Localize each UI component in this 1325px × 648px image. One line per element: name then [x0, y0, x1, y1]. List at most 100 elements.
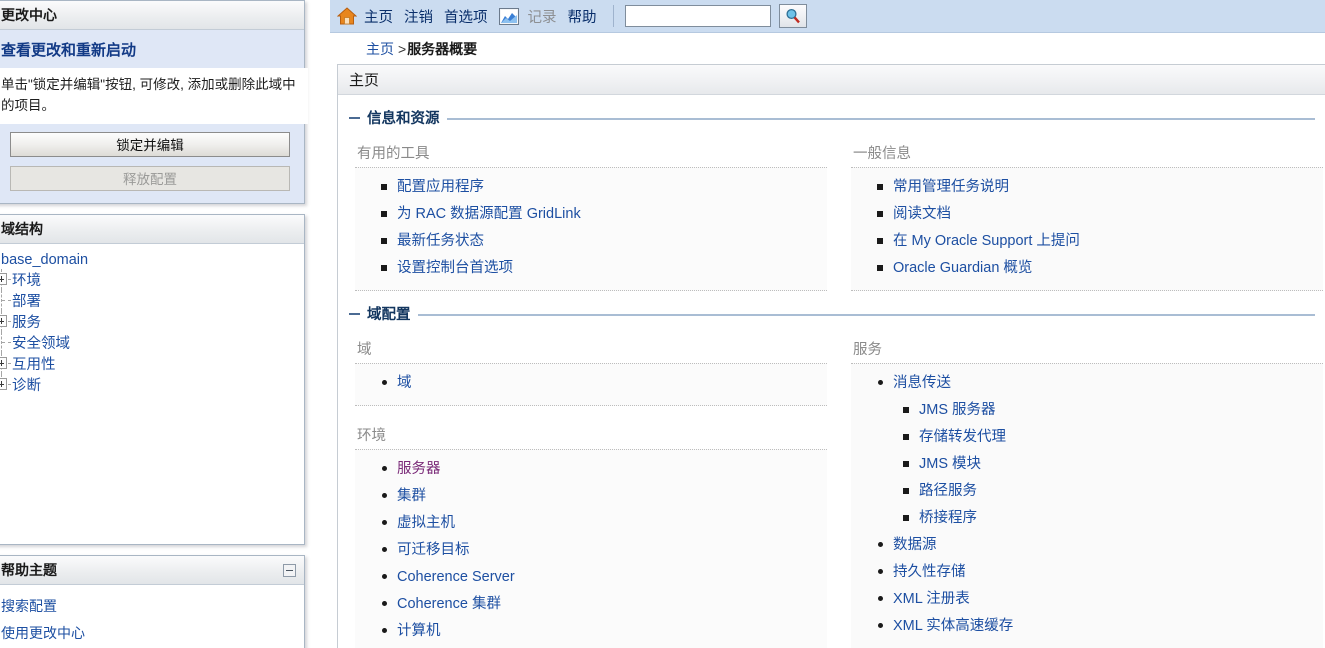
tree-node-security-realms[interactable]: 安全领域: [0, 332, 304, 353]
search-input[interactable]: [624, 5, 771, 27]
tree-node-services[interactable]: 服务: [0, 311, 304, 332]
nav-link-home[interactable]: 主页: [364, 6, 393, 27]
link-migratable-targets[interactable]: 可迁移目标: [397, 542, 470, 558]
group-title: 域: [357, 342, 372, 358]
link-list: 域: [355, 370, 827, 397]
link-domain[interactable]: 域: [397, 375, 412, 391]
link-coherence-server[interactable]: Coherence Server: [397, 569, 515, 585]
link-oracle-guardian-overview[interactable]: Oracle Guardian 概览: [893, 260, 1032, 276]
section-title: 信息和资源: [367, 111, 440, 127]
link-persistent-stores[interactable]: 持久性存储: [893, 564, 966, 580]
tree-node-label: 安全领域: [12, 336, 70, 352]
list-item: 在 My Oracle Support 上提问: [877, 228, 1323, 255]
lock-and-edit-button[interactable]: 锁定并编辑: [10, 132, 290, 157]
nav-link-help[interactable]: 帮助: [568, 6, 597, 27]
link-servers[interactable]: 服务器: [397, 461, 441, 477]
tree-node-environment[interactable]: 环境: [0, 269, 304, 290]
list-item: 虚拟主机: [381, 510, 827, 537]
list-item: 可迁移目标: [381, 537, 827, 564]
list-item: 常用管理任务说明: [877, 174, 1323, 201]
link-path-services[interactable]: 路径服务: [919, 483, 977, 499]
nav-link-preferences[interactable]: 首选项: [444, 6, 488, 27]
group-environment: 环境 服务器 集群 虚拟主机 可迁移目标 Coherence Server Co…: [355, 420, 827, 648]
bullet-square-icon: [903, 434, 909, 440]
search-button[interactable]: [778, 4, 807, 28]
link-common-admin-task-descriptions[interactable]: 常用管理任务说明: [893, 179, 1009, 195]
bullet-dot-icon: [382, 380, 387, 385]
list-item: 路径服务: [903, 478, 1323, 505]
link-list: 配置应用程序 为 RAC 数据源配置 GridLink 最新任务状态 设置控制台…: [355, 174, 827, 282]
tree-node-interoperability[interactable]: 互用性: [0, 353, 304, 374]
help-link-use-change-center[interactable]: 使用更改中心: [0, 621, 304, 648]
help-topics-title: 帮助主题: [1, 562, 57, 578]
collapse-minus-icon[interactable]: [349, 312, 360, 315]
top-navigation-bar: 主页 注销 首选项 记录 帮助: [330, 0, 1325, 33]
main-area: 主页 注销 首选项 记录 帮助 主页 > 服务器概要 主页 信息和资源 有用的工…: [330, 0, 1325, 648]
help-link-search-configuration[interactable]: 搜索配置: [0, 594, 304, 621]
link-list: 数据源 持久性存储 XML 注册表 XML 实体高速缓存: [851, 532, 1323, 640]
tree-node-deployments[interactable]: 部署: [0, 290, 304, 311]
collapse-minus-icon[interactable]: [283, 563, 296, 577]
bullet-dot-icon: [382, 547, 387, 552]
group-box: 常用管理任务说明 阅读文档 在 My Oracle Support 上提问 Or…: [851, 167, 1323, 291]
bullet-dot-icon: [382, 574, 387, 579]
section-rule: [417, 313, 1315, 316]
link-coherence-cluster[interactable]: Coherence 集群: [397, 596, 501, 612]
change-center-panel: 更改中心 查看更改和重新启动 单击"锁定并编辑"按钮, 可修改, 添加或删除此域…: [0, 0, 308, 204]
link-recent-task-status[interactable]: 最新任务状态: [397, 233, 484, 249]
nav-link-logout[interactable]: 注销: [404, 6, 433, 27]
release-configuration-button: 释放配置: [10, 166, 290, 191]
link-jms-modules[interactable]: JMS 模块: [919, 456, 981, 472]
change-center-buttons: 锁定并编辑 释放配置: [0, 124, 304, 203]
expand-plus-icon[interactable]: [0, 378, 7, 390]
chart-image-icon[interactable]: [498, 7, 519, 25]
link-configure-gridlink-for-rac[interactable]: 为 RAC 数据源配置 GridLink: [397, 206, 581, 222]
link-xml-entity-caches[interactable]: XML 实体高速缓存: [893, 618, 1013, 634]
link-virtual-hosts[interactable]: 虚拟主机: [397, 515, 455, 531]
tree-root-base-domain[interactable]: base_domain: [0, 251, 304, 269]
home-icon[interactable]: [337, 7, 357, 25]
list-item: 服务器: [381, 456, 827, 483]
list-item: 持久性存储: [877, 559, 1323, 586]
list-item: JMS 服务器: [903, 397, 1323, 424]
tree-node-diagnostics[interactable]: 诊断: [0, 374, 304, 395]
tree-connector: [0, 332, 11, 353]
domain-structure-panel: 域结构 base_domain 环境 部署 服务 安全领域 互用性 诊断: [0, 214, 305, 545]
group-general-information: 一般信息 常用管理任务说明 阅读文档 在 My Oracle Support 上…: [851, 138, 1323, 291]
group-title: 环境: [357, 428, 386, 444]
link-read-the-documentation[interactable]: 阅读文档: [893, 206, 951, 222]
list-item: 计算机: [381, 618, 827, 645]
help-topics-panel: 帮助主题 搜索配置 使用更改中心: [0, 555, 305, 648]
bullet-dot-icon: [382, 520, 387, 525]
bullet-square-icon: [903, 488, 909, 494]
bullet-square-icon: [381, 211, 387, 217]
link-store-and-forward-agents[interactable]: 存储转发代理: [919, 429, 1006, 445]
link-set-console-preferences[interactable]: 设置控制台首选项: [397, 260, 513, 276]
bullet-dot-icon: [878, 596, 883, 601]
group-title: 一般信息: [853, 146, 911, 162]
expand-plus-icon[interactable]: [0, 273, 7, 285]
link-jms-servers[interactable]: JMS 服务器: [919, 402, 996, 418]
section-information-and-resources: 信息和资源 有用的工具 配置应用程序 为 RAC 数据源配置 GridLink …: [338, 107, 1325, 291]
group-box: 域: [355, 363, 827, 406]
tree-node-label: 诊断: [12, 378, 41, 394]
link-clusters[interactable]: 集群: [397, 488, 426, 504]
breadcrumb-home-link[interactable]: 主页: [366, 39, 394, 59]
list-item: 最新任务状态: [381, 228, 827, 255]
link-messaging[interactable]: 消息传送: [893, 375, 951, 391]
sub-link-list-messaging: JMS 服务器 存储转发代理 JMS 模块 路径服务 桥接程序: [851, 397, 1323, 532]
bullet-square-icon: [381, 238, 387, 244]
link-xml-registries[interactable]: XML 注册表: [893, 591, 970, 607]
link-ask-a-question-on-my-oracle-support[interactable]: 在 My Oracle Support 上提问: [893, 233, 1080, 249]
link-data-sources[interactable]: 数据源: [893, 537, 937, 553]
collapse-minus-icon[interactable]: [349, 116, 360, 119]
bullet-square-icon: [877, 238, 883, 244]
section-rule: [446, 117, 1315, 120]
expand-plus-icon[interactable]: [0, 315, 7, 327]
expand-plus-icon[interactable]: [0, 357, 7, 369]
link-machines[interactable]: 计算机: [397, 623, 441, 639]
view-changes-and-restarts-link[interactable]: 查看更改和重新启动: [0, 30, 304, 68]
search-magnifier-icon: [785, 8, 800, 24]
link-configure-applications[interactable]: 配置应用程序: [397, 179, 484, 195]
link-bridges[interactable]: 桥接程序: [919, 510, 977, 526]
